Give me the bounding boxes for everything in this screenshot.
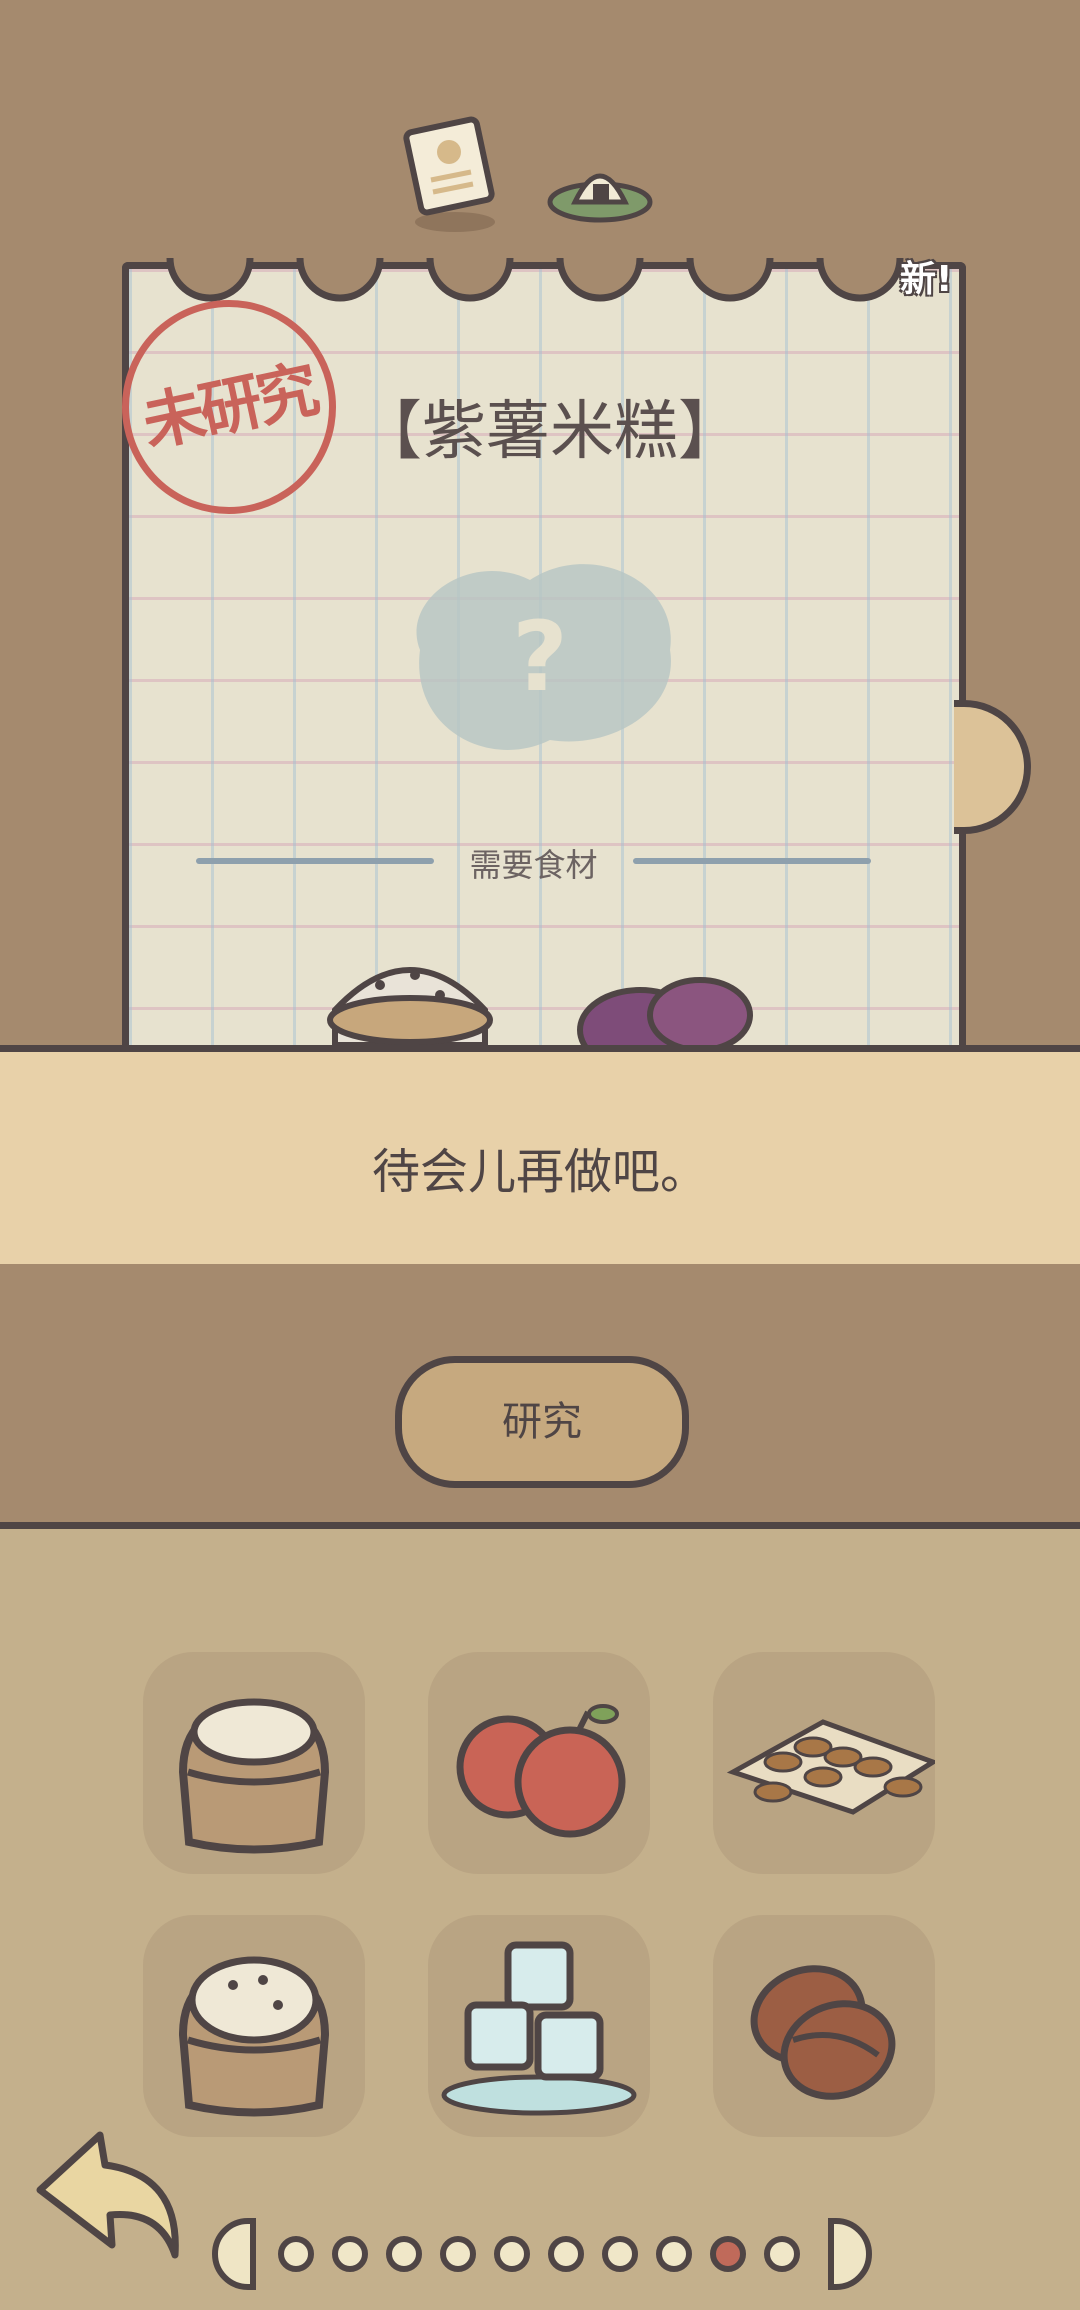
header-icons: [403, 116, 653, 232]
dialog-text: 待会儿再做吧。: [371, 1144, 708, 1200]
back-arrow-icon[interactable]: [30, 2120, 190, 2270]
ingredient-slot-flour[interactable]: [143, 1652, 365, 1874]
recipe-title: 【紫薯米糕】: [358, 395, 742, 469]
prev-page-button[interactable]: [212, 2218, 256, 2290]
ingredient-slot-ice[interactable]: [428, 1915, 650, 2137]
next-page-button[interactable]: [828, 2218, 872, 2290]
page-dot[interactable]: [602, 2236, 638, 2272]
rice-sack-icon: [178, 1956, 330, 2117]
ice-cubes-icon: [441, 1941, 637, 2116]
ingredient-slot-cocoa[interactable]: [713, 1915, 935, 2137]
purple-sweet-potato-icon: [577, 977, 753, 1045]
ingredient-slot-rice[interactable]: [143, 1915, 365, 2137]
page-indicator: [212, 2218, 872, 2298]
research-button[interactable]: 研究: [395, 1356, 689, 1488]
flour-sack-icon: [178, 1698, 330, 1854]
page-dot[interactable]: [656, 2236, 692, 2272]
recipe-card-icon: [403, 116, 495, 232]
divider-line-right: [633, 858, 871, 864]
page-dot[interactable]: [440, 2236, 476, 2272]
ingredient-slot-nuts[interactable]: [713, 1652, 935, 1874]
dialog-bar: 待会儿再做吧。: [0, 1045, 1080, 1271]
rice-bowl-icon: [327, 967, 493, 1045]
ingredient-slot-apples[interactable]: [428, 1652, 650, 1874]
mystery-dish-icon: ?: [416, 564, 671, 750]
svg-text:?: ?: [512, 601, 568, 713]
rice-ball-icon: [547, 173, 653, 223]
page-dot[interactable]: [494, 2236, 530, 2272]
new-badge: 新!: [900, 259, 953, 300]
cocoa-beans-icon: [750, 1965, 896, 2100]
page-dot[interactable]: [386, 2236, 422, 2272]
ingredients-divider: 需要食材: [196, 840, 871, 884]
page-dot[interactable]: [278, 2236, 314, 2272]
apples-icon: [456, 1704, 626, 1838]
page-dot-active[interactable]: [710, 2236, 746, 2272]
page-dot[interactable]: [764, 2236, 800, 2272]
nuts-icon: [726, 1719, 935, 1815]
page-dot[interactable]: [548, 2236, 584, 2272]
page-dot[interactable]: [332, 2236, 368, 2272]
